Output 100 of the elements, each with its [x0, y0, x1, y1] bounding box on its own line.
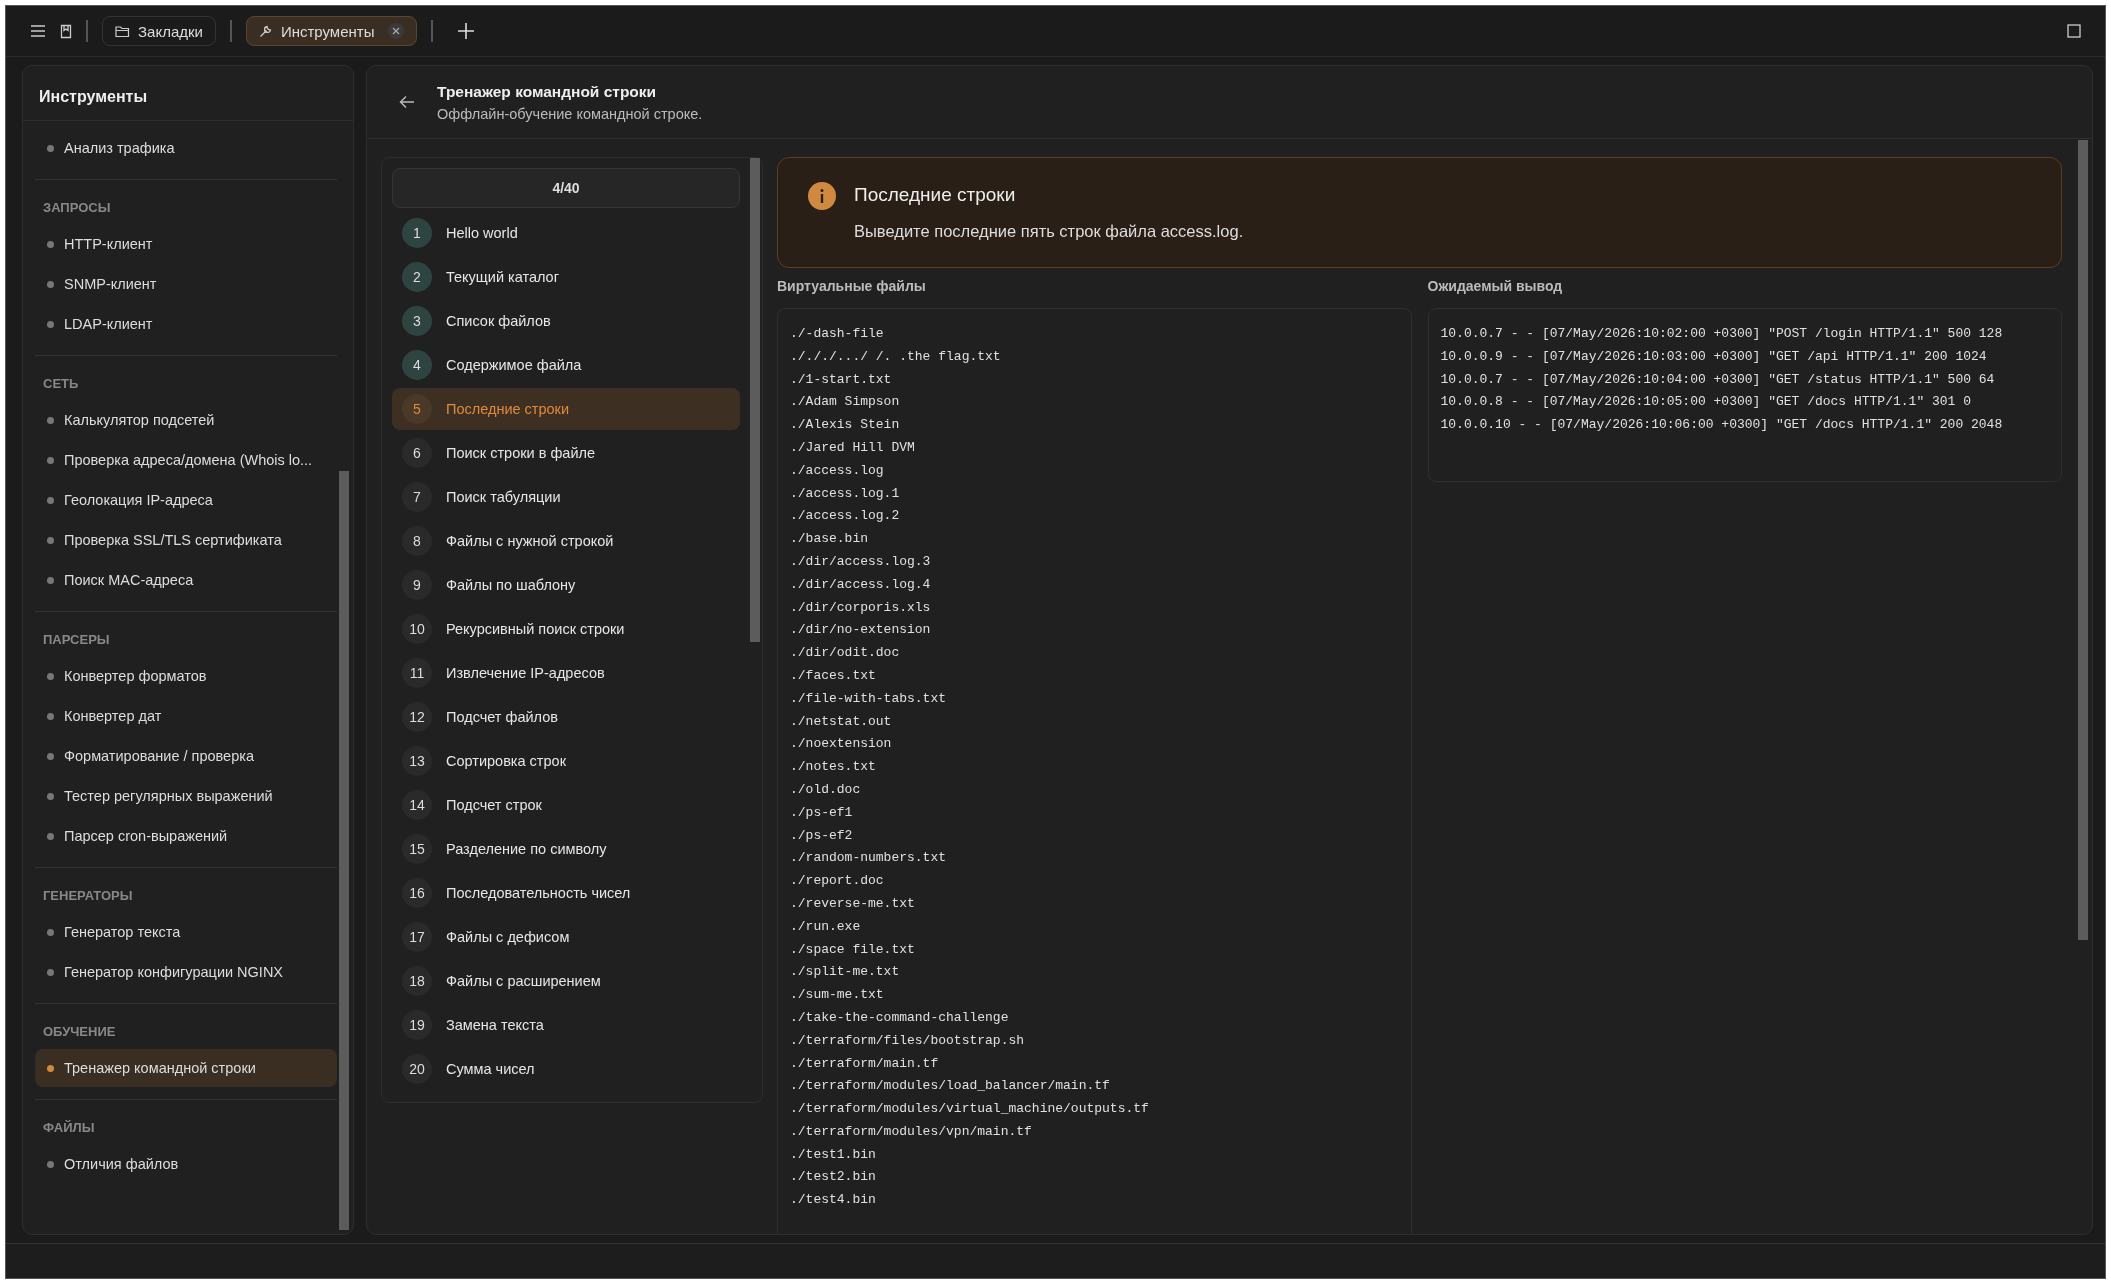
task-item[interactable]: 10 Рекурсивный поиск строки [392, 608, 740, 650]
sidebar-item[interactable]: Форматирование / проверка [35, 737, 337, 775]
file-path: ./space file.txt [790, 940, 916, 959]
sidebar-item[interactable]: Конвертер форматов [35, 657, 337, 695]
task-number: 8 [402, 526, 432, 556]
output-line: 10.0.0.9 - - [07/May/2026:10:03:00 +0300] "GET /api HTTP/1.1" 200 1024 [1440, 347, 1988, 366]
file-path: ./././.../ /. .the flag.txt [790, 347, 1002, 366]
file-path: ./test4.bin [790, 1191, 877, 1210]
section-heading: СЕТЬ [42, 375, 80, 393]
task-item[interactable]: 9 Файлы по шаблону [392, 564, 740, 606]
file-path: ./dir/odit.doc [790, 644, 901, 663]
sidebar-item[interactable]: Геолокация IP-адреса [35, 481, 337, 519]
sidebar-item[interactable]: Проверка адреса/домена (Whois lo... [35, 441, 337, 479]
task-number: 6 [402, 438, 432, 468]
file-path: ./terraform/modules/load_balancer/main.tf [790, 1077, 1111, 1096]
task-number: 17 [402, 922, 432, 952]
sidebar-item[interactable]: HTTP-клиент [35, 225, 337, 263]
sidebar-item[interactable]: Поиск MAC-адреса [35, 561, 337, 599]
task-item[interactable]: 2 Текущий каталог [392, 256, 740, 298]
task-number: 11 [402, 658, 432, 688]
output-line: 10.0.0.10 - - [07/May/2026:10:06:00 +0300] "GET /docs HTTP/1.1" 200 2048 [1440, 416, 2004, 435]
task-item[interactable]: 11 Извлечение IP-адресов [392, 652, 740, 694]
file-path: ./access.log [790, 461, 885, 480]
sidebar-item[interactable]: Генератор конфигурации NGINX [35, 953, 337, 991]
sidebar-item[interactable]: Проверка SSL/TLS сертификата [35, 521, 337, 559]
task-item[interactable]: 18 Файлы с расширением [392, 960, 740, 1002]
file-path: ./ps-ef2 [790, 826, 854, 845]
task-item[interactable]: 20 Сумма чисел [392, 1048, 740, 1090]
tab[interactable]: Инструменты [245, 16, 418, 46]
sidebar-item[interactable]: SNMP-клиент [35, 265, 337, 303]
section-heading: ЗАПРОСЫ [42, 199, 112, 217]
file-path: ./access.log.2 [790, 507, 901, 526]
task-item[interactable]: 12 Подсчет файлов [392, 696, 740, 738]
task-number: 18 [402, 966, 432, 996]
sidebar-item[interactable]: Генератор текста [35, 913, 337, 951]
file-path: ./old.doc [790, 780, 862, 799]
task-number: 16 [402, 878, 432, 908]
file-path: ./noextension [790, 735, 893, 754]
file-path: ./terraform/files/bootstrap.sh [790, 1031, 1026, 1050]
tab[interactable]: Закладки [102, 16, 216, 46]
task-number: 5 [402, 394, 432, 424]
file-path: ./access.log.1 [790, 484, 901, 503]
plus-icon[interactable] [457, 22, 476, 40]
sidebar-item[interactable]: Парсер cron-выражений [35, 817, 337, 855]
output-line: 10.0.0.8 - - [07/May/2026:10:05:00 +0300] "GET /docs HTTP/1.1" 301 0 [1440, 393, 1972, 412]
file-path: ./run.exe [790, 917, 862, 936]
file-path: ./terraform/modules/virtual_machine/outputs.tf [790, 1100, 1150, 1119]
file-path: ./take-the-command-challenge [790, 1008, 1010, 1027]
task-item[interactable]: 1 Hello world [392, 212, 740, 254]
maximize-icon[interactable] [2067, 24, 2081, 38]
file-path: ./report.doc [790, 872, 885, 891]
sidebar-item[interactable]: Анализ трафика [35, 129, 337, 167]
task-item[interactable]: 17 Файлы с дефисом [392, 916, 740, 958]
task-item[interactable]: 19 Замена текста [392, 1004, 740, 1046]
task-item[interactable]: 15 Разделение по символу [392, 828, 740, 870]
task-number: 9 [402, 570, 432, 600]
file-path: ./notes.txt [790, 758, 877, 777]
sidebar-item[interactable]: Отличия файлов [35, 1145, 337, 1183]
scrollbar[interactable] [2078, 140, 2088, 940]
task-item[interactable]: 13 Сортировка строк [392, 740, 740, 782]
sidebar-item[interactable]: Тренажер командной строки [35, 1049, 337, 1087]
menu-icon[interactable] [30, 24, 46, 38]
task-item[interactable]: 16 Последовательность чисел [392, 872, 740, 914]
section-heading: ОБУЧЕНИЕ [42, 1023, 117, 1041]
sidebar-item[interactable]: Калькулятор подсетей [35, 401, 337, 439]
file-path: ./terraform/modules/vpn/main.tf [790, 1122, 1033, 1141]
task-item[interactable]: 14 Подсчет строк [392, 784, 740, 826]
task-item[interactable]: 5 Последние строки [392, 388, 740, 430]
output-line: 10.0.0.7 - - [07/May/2026:10:02:00 +0300] "POST /login HTTP/1.1" 500 128 [1440, 325, 2004, 343]
file-path: ./dir/access.log.3 [790, 552, 932, 571]
back-arrow-icon[interactable] [399, 95, 415, 109]
bookmark-icon[interactable] [60, 23, 72, 39]
scrollbar[interactable] [339, 471, 349, 1230]
task-item[interactable]: 7 Поиск табуляции [392, 476, 740, 518]
sidebar-item[interactable]: LDAP-клиент [35, 305, 337, 343]
close-icon[interactable] [388, 23, 405, 39]
sidebar-item[interactable]: Конвертер дат [35, 697, 337, 735]
file-path: ./base.bin [790, 530, 869, 549]
file-path: ./terraform/main.tf [790, 1054, 940, 1073]
task-description: Выведите последние пять строк файла access.log. [854, 222, 1244, 241]
file-path: ./Jared Hill DVM [790, 439, 916, 457]
task-number: 14 [402, 790, 432, 820]
section-heading: Виртуальные файлы [777, 277, 927, 296]
section-heading: Ожидаемый вывод [1427, 277, 1564, 296]
page-title: Тренажер командной строки [437, 82, 658, 101]
file-path: ./1-start.txt [790, 370, 893, 389]
task-title: Последние строки [854, 184, 1017, 206]
file-path: ./file-with-tabs.txt [790, 689, 948, 708]
task-number: 1 [402, 218, 432, 248]
task-item[interactable]: 8 Файлы с нужной строкой [392, 520, 740, 562]
task-item[interactable]: 6 Поиск строки в файле [392, 432, 740, 474]
task-item[interactable]: 3 Список файлов [392, 300, 740, 342]
task-number: 2 [402, 262, 432, 292]
file-path: ./ps-ef1 [790, 803, 854, 822]
task-item[interactable]: 4 Содержимое файла [392, 344, 740, 386]
sidebar-item[interactable]: Тестер регулярных выражений [35, 777, 337, 815]
file-path: ./dir/no-extension [790, 621, 932, 640]
scrollbar[interactable] [750, 158, 760, 642]
output-line: 10.0.0.7 - - [07/May/2026:10:04:00 +0300] "GET /status HTTP/1.1" 500 64 [1440, 370, 1996, 389]
file-path: ./sum-me.txt [790, 986, 885, 1005]
